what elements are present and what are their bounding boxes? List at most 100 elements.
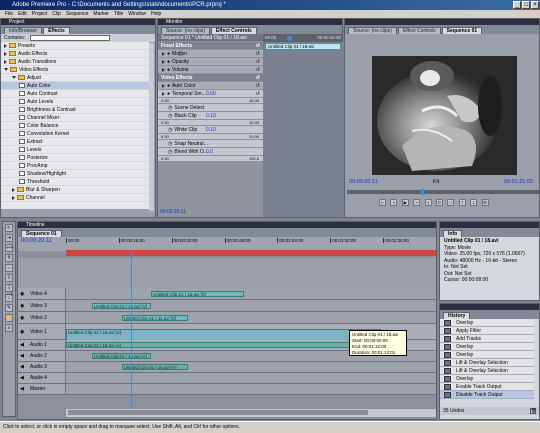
timeline-track[interactable]: ◉ Video 4 Untitled Clip 01 / 16.avi [V] [18, 288, 436, 300]
tree-item[interactable]: Adjust [1, 74, 149, 82]
tree-item[interactable]: Auto Levels [1, 98, 149, 106]
reset-icon[interactable]: ↺ [256, 42, 260, 50]
ec-row[interactable]: Video Effects ↺ [158, 74, 263, 82]
timeline-track[interactable]: ◀ Audio 3 Untitled Clip 01 / 16.avi [A] [18, 362, 436, 373]
razor-tool-icon[interactable]: ◊ [5, 274, 13, 282]
tree-item[interactable]: Brightness & Contrast [1, 106, 149, 114]
tree-item[interactable]: ProcAmp [1, 162, 149, 170]
tree-item[interactable]: Blur & Sharpen [1, 186, 149, 194]
timeline-timecode[interactable]: 00:00:20:11 [21, 238, 52, 244]
tree-item[interactable]: Channel Mixer [1, 114, 149, 122]
ec-timecode[interactable]: 00:00:20:11 [160, 209, 186, 215]
ec-param-row[interactable]: ◷ Scene Detect [158, 104, 263, 112]
timeline-clip[interactable]: Untitled Clip 01 / 18.avi [A] [66, 342, 381, 348]
collapsed-triangle-icon[interactable] [162, 59, 165, 64]
extract-icon[interactable]: ⇣ [470, 199, 478, 206]
track-header[interactable]: ◉ Video 1 [18, 324, 66, 339]
reset-icon[interactable]: ↺ [256, 66, 260, 74]
tree-item[interactable]: Levels [1, 146, 149, 154]
menu-window[interactable]: Window [128, 11, 146, 17]
minimize-button[interactable]: _ [513, 1, 521, 9]
tree-item[interactable]: Video Effects [1, 66, 149, 74]
timeline-scrollbar[interactable] [66, 409, 436, 417]
rate-stretch-tool-icon[interactable]: ↔ [5, 264, 13, 272]
eye-icon[interactable]: ● [167, 83, 170, 89]
motion-fx-icon[interactable]: ▢ [178, 50, 183, 58]
history-item[interactable]: Lift & Overlay Selection [440, 359, 534, 367]
menu-project[interactable]: Project [32, 11, 48, 17]
forward-icon[interactable]: » [413, 199, 421, 206]
stopwatch-icon[interactable]: ◷ [168, 113, 172, 119]
reset-icon[interactable]: ↺ [256, 74, 260, 82]
tree-item[interactable]: Color Balance [1, 122, 149, 130]
pm-tab-2[interactable]: Sequence 01 [441, 27, 483, 34]
tree-scrollbar[interactable] [149, 43, 154, 211]
pm-fit-select[interactable]: Fit [433, 179, 439, 185]
stopwatch-icon[interactable]: ◷ [168, 105, 172, 111]
history-item[interactable]: Overlay [440, 375, 534, 383]
step-back-icon[interactable]: |‹ [379, 199, 386, 206]
ec-param-value[interactable]: 0.0 [206, 148, 213, 156]
ec-row[interactable]: ● Motion ▢ ↺ [158, 50, 263, 58]
ec-param-row[interactable]: ◷ Black Clip 0.10 [158, 112, 263, 120]
eye-icon[interactable]: ● [167, 91, 170, 97]
hand-tool-icon[interactable]: ✋ [5, 314, 13, 322]
collapsed-triangle-icon[interactable] [162, 91, 165, 96]
timeline-clip[interactable]: Untitled Clip 01 / 16.avi [V] [151, 290, 244, 297]
ec-slider[interactable]: 0.00 100.0 [158, 156, 263, 162]
tree-item[interactable]: Audio Transitions [1, 58, 149, 66]
history-tab-0[interactable]: History [443, 312, 471, 319]
ec-row[interactable]: Fixed Effects ↺ [158, 42, 263, 50]
track-select-tool-icon[interactable]: ⇥ [5, 234, 13, 242]
close-button[interactable]: × [531, 1, 539, 9]
pen-tool-icon[interactable]: ✎ [5, 304, 13, 312]
eye-icon[interactable]: ◉ [20, 288, 24, 300]
tree-item[interactable]: Presets [1, 42, 149, 50]
ec-param-row[interactable]: ◷ White Clip 0.10 [158, 126, 263, 134]
tree-item[interactable]: Auto Contrast [1, 90, 149, 98]
pm-tab-1[interactable]: Effect Controls [397, 27, 441, 34]
speaker-icon[interactable]: ◀ [20, 362, 24, 373]
menu-marker[interactable]: Marker [93, 11, 109, 17]
timeline-clip[interactable]: Untitled Clip 01 / 15.avi [V] [91, 302, 152, 309]
menu-file[interactable]: File [5, 11, 13, 17]
tree-item[interactable]: Auto Color [1, 82, 149, 90]
speaker-icon[interactable]: ◀ [20, 340, 24, 351]
trash-icon[interactable]: 🗑 [530, 408, 536, 414]
timeline-clip[interactable]: Untitled Clip 01 / 15.avi [A] [91, 353, 152, 359]
speaker-icon[interactable]: ◀ [20, 373, 24, 384]
rolling-edit-tool-icon[interactable]: # [5, 254, 13, 262]
eye-icon[interactable]: ● [167, 51, 170, 57]
collapsed-triangle-icon[interactable] [162, 51, 165, 56]
reset-icon[interactable]: ↺ [256, 90, 260, 98]
eye-icon[interactable]: ◉ [20, 324, 24, 340]
tree-item[interactable]: Channel [1, 194, 149, 202]
reset-icon[interactable]: ↺ [256, 82, 260, 90]
tree-item[interactable]: Shadow/Highlight [1, 170, 149, 178]
ec-clip-bar[interactable]: Untitled Clip 01 / 18.avi [265, 43, 341, 50]
timeline-scroll-thumb[interactable] [68, 410, 368, 415]
timeline-track[interactable]: ◀ Audio 4 [18, 373, 436, 384]
history-item[interactable]: Disable Track Output [440, 391, 534, 399]
track-header[interactable]: ◀ Audio 2 [18, 351, 66, 361]
history-item[interactable]: Lift & Overlay Selection [440, 367, 534, 375]
lift-icon[interactable]: ⇡ [458, 199, 466, 206]
timeline-track[interactable]: ◉ Video 2 Untitled Clip 01 / 11.avi [V] [18, 312, 436, 324]
tree-item[interactable]: Convolution Kernel [1, 130, 149, 138]
track-header[interactable]: ◉ Video 3 [18, 300, 66, 311]
history-item[interactable]: Overlay [440, 343, 534, 351]
history-item[interactable]: Enable Track Output [440, 383, 534, 391]
trim-icon[interactable]: ⊞ [481, 199, 489, 206]
track-header[interactable]: ◉ Video 4 [18, 288, 66, 299]
project-tab-0[interactable]: Info/Browser [4, 27, 43, 34]
eye-icon[interactable]: ◉ [20, 300, 24, 312]
ec-param-value[interactable]: 0.10 [206, 126, 216, 134]
slip-tool-icon[interactable]: |↔| [5, 284, 13, 297]
collapsed-triangle-icon[interactable] [4, 51, 7, 56]
pm-scrubber[interactable] [347, 189, 539, 195]
stopwatch-icon[interactable]: ◷ [168, 127, 172, 133]
menu-help[interactable]: Help [151, 11, 161, 17]
expanded-triangle-icon[interactable] [12, 76, 16, 80]
track-header[interactable]: ◉ Video 2 [18, 312, 66, 323]
ec-param-row[interactable]: ◷ Snap Neutral... [158, 140, 263, 148]
